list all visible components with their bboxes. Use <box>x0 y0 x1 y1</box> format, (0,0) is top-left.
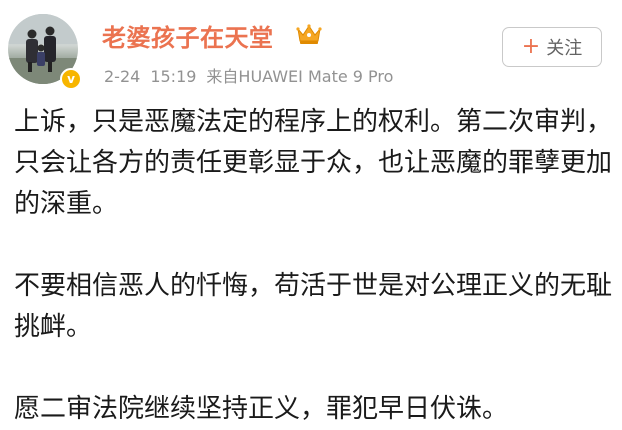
post-paragraph-3: 愿二审法院继续坚持正义，罪犯早日伏诛。 <box>14 394 509 424</box>
post-meta: 2-24 15:19 来自HUAWEI Mate 9 Pro <box>104 63 403 87</box>
crown-icon[interactable] <box>296 23 322 45</box>
follow-button-label: 关注 <box>546 38 583 59</box>
author-avatar[interactable]: v <box>8 14 82 90</box>
post-content: 上诉，只是恶魔法定的程序上的权利。第二次审判，只会让各方的责任更彰显于众，也让恶… <box>14 102 614 430</box>
verified-badge-icon: v <box>60 68 82 90</box>
author-name[interactable]: 老婆孩子在天堂 <box>102 18 274 53</box>
follow-button[interactable]: + 关注 <box>502 27 602 67</box>
post-time: 15:19 <box>150 67 197 86</box>
post-source[interactable]: 来自HUAWEI Mate 9 Pro <box>206 67 393 86</box>
post-paragraph-1: 上诉，只是恶魔法定的程序上的权利。第二次审判，只会让各方的责任更彰显于众，也让恶… <box>14 107 613 219</box>
post-date: 2-24 <box>104 67 141 86</box>
plus-icon: + <box>521 34 541 59</box>
weibo-post: v 老婆孩子在天堂 2-24 15:19 来自HUAWEI Mate 9 Pro +… <box>0 0 622 426</box>
post-paragraph-2: 不要相信恶人的忏悔，苟活于世是对公理正义的无耻挑衅。 <box>14 271 613 342</box>
